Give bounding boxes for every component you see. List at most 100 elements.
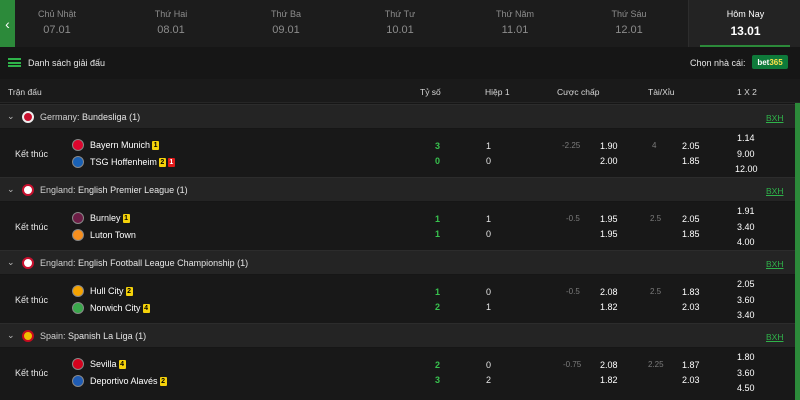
chevron-down-icon[interactable]: ⌄ (7, 184, 15, 195)
odds-x[interactable]: 3.60 (737, 295, 755, 305)
home-team[interactable]: Burnley 1 (72, 211, 130, 225)
away-half-score: 0 (486, 156, 492, 166)
day-tab-0[interactable]: Chủ Nhật 07.01 (0, 0, 114, 47)
handicap-away-odds[interactable]: 1.82 (600, 375, 618, 385)
odds-1[interactable]: 1.80 (737, 352, 755, 362)
day-tab-3[interactable]: Thứ Tư 10.01 (343, 0, 457, 47)
over-odds[interactable]: 2.05 (682, 141, 700, 151)
day-tab-5[interactable]: Thứ Sáu 12.01 (572, 0, 686, 47)
league-row[interactable]: ⌄ Germany: Bundesliga (1) BXH (0, 104, 800, 128)
bookmaker-select[interactable]: bet 365 (752, 55, 788, 69)
over-odds[interactable]: 1.83 (682, 287, 700, 297)
chevron-down-icon[interactable]: ⌄ (7, 330, 15, 341)
league-flag-icon (22, 111, 34, 123)
overunder-line: 2.5 (650, 214, 662, 223)
odds-2[interactable]: 4.50 (737, 383, 755, 393)
over-odds[interactable]: 2.05 (682, 214, 700, 224)
away-team[interactable]: TSG Hoffenheim 2 1 (72, 155, 175, 169)
handicap-away-odds[interactable]: 1.82 (600, 302, 618, 312)
overunder-line: 4 (652, 141, 657, 150)
home-score: 3 (435, 141, 441, 151)
standings-link[interactable]: BXH (766, 332, 783, 342)
away-score: 1 (435, 229, 441, 239)
chevron-down-icon[interactable]: ⌄ (7, 257, 15, 268)
col-overunder: Tài/Xỉu (648, 87, 675, 97)
handicap-home-odds[interactable]: 1.90 (600, 141, 618, 151)
yellow-card-badge: 4 (142, 303, 150, 313)
yellow-card-badge: 2 (159, 376, 167, 386)
day-name: Thứ Sáu (611, 9, 647, 19)
standings-link[interactable]: BXH (766, 259, 783, 269)
league-name: Spain: Spanish La Liga (1) (40, 331, 147, 341)
match-row[interactable]: Kết thúc Hull City 2 Norwich City 4 1 2 … (0, 275, 800, 324)
chevron-down-icon[interactable]: ⌄ (7, 111, 15, 122)
away-score: 2 (435, 302, 441, 312)
home-team[interactable]: Bayern Munich 1 (72, 138, 160, 152)
handicap-away-odds[interactable]: 2.00 (600, 156, 618, 166)
under-odds[interactable]: 1.85 (682, 156, 700, 166)
odds-x[interactable]: 9.00 (737, 149, 755, 159)
league-row[interactable]: ⌄ England: English Football League Champ… (0, 250, 800, 274)
day-tab-today[interactable]: Hôm Nay 13.01 (688, 0, 800, 47)
under-odds[interactable]: 1.85 (682, 229, 700, 239)
odds-x[interactable]: 3.60 (737, 368, 755, 378)
standings-link[interactable]: BXH (766, 186, 783, 196)
odds-x[interactable]: 3.40 (737, 222, 755, 232)
home-score: 1 (435, 287, 441, 297)
day-tab-4[interactable]: Thứ Năm 11.01 (458, 0, 572, 47)
home-half-score: 1 (486, 141, 492, 151)
day-tab-2[interactable]: Thứ Ba 09.01 (229, 0, 343, 47)
under-odds[interactable]: 2.03 (682, 375, 700, 385)
odds-1[interactable]: 1.14 (737, 133, 755, 143)
menu-icon[interactable] (8, 58, 21, 67)
day-name: Thứ Tư (384, 9, 416, 19)
odds-2[interactable]: 12.00 (735, 164, 758, 174)
scrollbar[interactable] (795, 103, 800, 400)
match-row[interactable]: Kết thúc Sevilla 4 Deportivo Alavés 2 2 … (0, 348, 800, 400)
handicap-line: -2.25 (562, 141, 581, 150)
table-header: Trận đấu Tỷ số Hiệp 1 Cược chấp Tài/Xỉu … (0, 79, 800, 103)
league-flag-icon (22, 330, 34, 342)
league-list-link[interactable]: Danh sách giải đấu (28, 58, 105, 68)
home-half-score: 0 (486, 287, 492, 297)
day-name: Thứ Ba (270, 9, 302, 19)
home-team[interactable]: Sevilla 4 (72, 357, 126, 371)
handicap-home-odds[interactable]: 2.08 (600, 360, 618, 370)
match-status: Kết thúc (15, 295, 49, 305)
away-team[interactable]: Deportivo Alavés 2 (72, 374, 167, 388)
odds-1[interactable]: 2.05 (737, 279, 755, 289)
handicap-home-odds[interactable]: 1.95 (600, 214, 618, 224)
day-name: Thứ Năm (495, 9, 535, 19)
day-tab-1[interactable]: Thứ Hai 08.01 (114, 0, 228, 47)
team-name: Hull City (90, 286, 124, 296)
handicap-line: -0.5 (566, 214, 580, 223)
away-score: 3 (435, 375, 441, 385)
home-score: 1 (435, 214, 441, 224)
team-name: Deportivo Alavés (90, 376, 158, 386)
odds-2[interactable]: 4.00 (737, 237, 755, 247)
yellow-card-badge: 2 (125, 286, 133, 296)
team-logo-icon (72, 375, 84, 387)
home-team[interactable]: Hull City 2 (72, 284, 133, 298)
home-half-score: 0 (486, 360, 492, 370)
under-odds[interactable]: 2.03 (682, 302, 700, 312)
league-row[interactable]: ⌄ Spain: Spanish La Liga (1) BXH (0, 323, 800, 347)
league-row[interactable]: ⌄ England: English Premier League (1) BX… (0, 177, 800, 201)
league-name: England: English Football League Champio… (40, 258, 249, 268)
standings-link[interactable]: BXH (766, 113, 783, 123)
away-team[interactable]: Luton Town (72, 228, 136, 242)
team-name: Norwich City (90, 303, 141, 313)
handicap-home-odds[interactable]: 2.08 (600, 287, 618, 297)
col-match: Trận đấu (8, 87, 42, 97)
odds-1[interactable]: 1.91 (737, 206, 755, 216)
match-row[interactable]: Kết thúc Bayern Munich 1 TSG Hoffenheim … (0, 129, 800, 178)
col-1x2: 1 X 2 (737, 87, 757, 97)
odds-2[interactable]: 3.40 (737, 310, 755, 320)
league-flag-icon (22, 257, 34, 269)
away-team[interactable]: Norwich City 4 (72, 301, 150, 315)
team-name: TSG Hoffenheim (90, 157, 157, 167)
over-odds[interactable]: 1.87 (682, 360, 700, 370)
match-row[interactable]: Kết thúc Burnley 1 Luton Town 1 1 1 0 -0… (0, 202, 800, 251)
league-name: England: English Premier League (1) (40, 185, 188, 195)
handicap-away-odds[interactable]: 1.95 (600, 229, 618, 239)
